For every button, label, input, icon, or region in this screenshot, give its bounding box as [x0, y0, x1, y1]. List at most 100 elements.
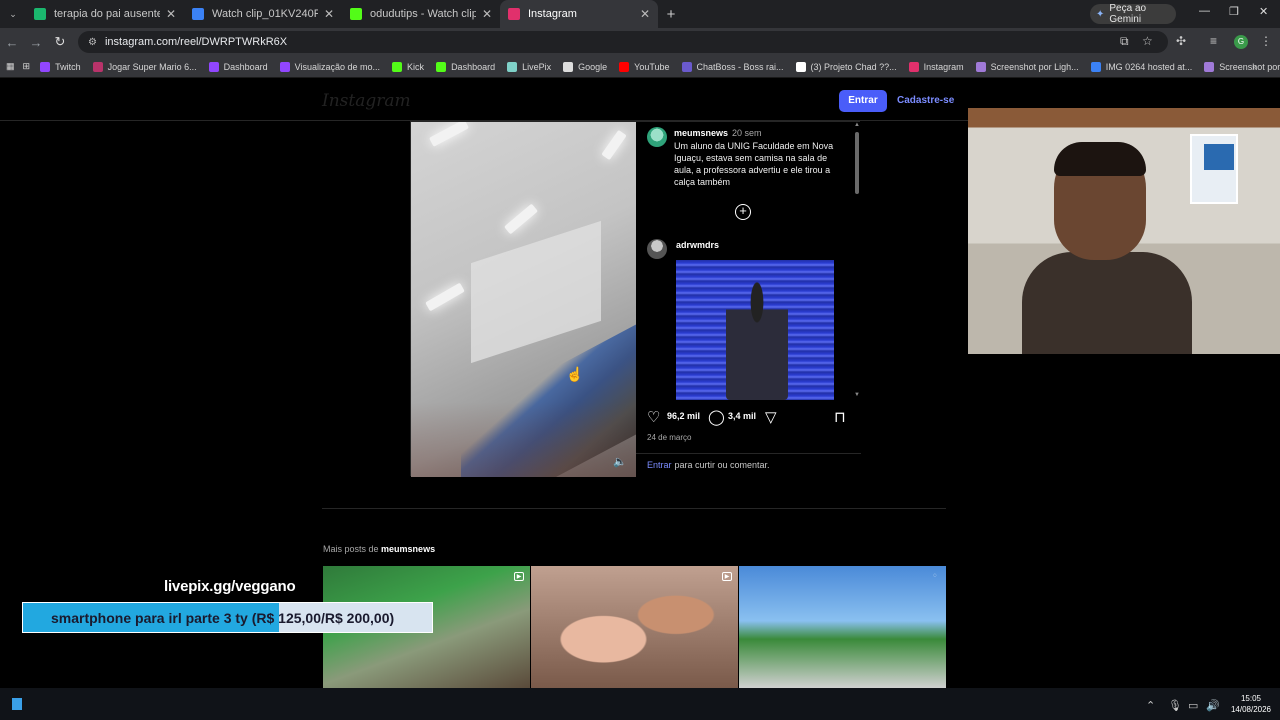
speaker-icon[interactable]: 🔊 — [1206, 699, 1220, 712]
bookmark-favicon-icon — [279, 61, 290, 72]
bookmark-item[interactable]: Visualização de mo... — [279, 61, 381, 72]
reel-icon: ▶ — [514, 572, 524, 581]
load-more-comments-icon[interactable]: + — [735, 204, 751, 220]
bookmark-favicon-icon — [392, 61, 403, 72]
commenter-avatar[interactable] — [647, 239, 667, 259]
scroll-up-icon[interactable]: ▲ — [854, 122, 860, 128]
bookmark-item[interactable]: ChatBoss - Boss rai... — [681, 61, 784, 72]
browser-tab[interactable]: Watch clip_01KV240R0QPKREO ✕ — [184, 0, 342, 28]
bookmark-item[interactable]: Screenshot por Ligh... — [975, 61, 1079, 72]
grid-icon[interactable]: ⊞ — [23, 61, 31, 72]
reload-icon[interactable]: ↻ — [48, 34, 72, 50]
system-clock[interactable]: 15:05 14/08/2026 — [1228, 693, 1274, 715]
bookmark-favicon-icon — [1204, 61, 1215, 72]
tab-close-icon[interactable]: ✕ — [166, 7, 176, 21]
bookmark-item[interactable]: (3) Projeto Chad ??... — [795, 61, 897, 72]
install-app-icon[interactable]: ⧉ — [1120, 34, 1129, 49]
ceiling-light — [425, 282, 465, 312]
network-icon[interactable]: ▭ — [1188, 699, 1198, 712]
comments-area[interactable]: meumsnews 20 sem Um aluno da UNIG Faculd… — [636, 122, 854, 400]
minimize-icon[interactable]: — — [1199, 5, 1210, 17]
forward-icon[interactable]: → — [24, 35, 48, 50]
new-tab-button[interactable]: + — [658, 6, 684, 23]
bookmark-item[interactable]: Screenshot por Ligh... — [1204, 61, 1280, 72]
post-thumbnail[interactable]: ◌ — [739, 566, 946, 688]
bookmark-star-icon[interactable]: ☆ — [1142, 34, 1153, 48]
windows-start-icon[interactable] — [12, 698, 22, 710]
bookmark-label: LivePix — [522, 61, 552, 72]
tab-close-icon[interactable]: ✕ — [324, 7, 334, 21]
bookmark-item[interactable]: IMG 0264 hosted at... — [1090, 61, 1192, 72]
more-posts-user[interactable]: meumsnews — [381, 544, 435, 554]
ceiling-light — [503, 203, 539, 235]
gemini-label: Peça ao Gemini — [1109, 3, 1147, 25]
bookmark-favicon-icon — [908, 61, 919, 72]
save-icon[interactable]: ⊓ — [834, 408, 846, 426]
tray-chevron-icon[interactable]: ⌃ — [1146, 699, 1155, 712]
bookmark-item[interactable]: Dashboard — [436, 61, 496, 72]
bookmark-label: Kick — [407, 61, 425, 72]
restore-icon[interactable]: ❐ — [1229, 5, 1239, 18]
apps-icon[interactable]: ▦ — [6, 61, 15, 72]
microphone-icon[interactable]: 🎙 — [1168, 699, 1182, 712]
tab-title: odudutips - Watch clips on Kick — [370, 8, 476, 20]
browser-tab-strip: ⌄ terapia do pai ausente - Imgur✕Watch c… — [0, 0, 1280, 28]
bookmark-item[interactable]: Dashboard — [208, 61, 268, 72]
tab-list-icon[interactable]: ≡ — [1210, 34, 1217, 48]
like-icon[interactable]: ♡ — [647, 408, 660, 426]
more-posts-heading: Mais posts de meumsnews — [323, 544, 435, 554]
back-icon[interactable]: ← — [0, 35, 24, 50]
comment-icon[interactable]: ◯ — [708, 408, 725, 426]
more-posts-prefix: Mais posts de — [323, 544, 379, 554]
comments-scrollbar[interactable]: ▲ ▼ — [853, 122, 861, 400]
instagram-logo[interactable]: Instagram — [322, 91, 411, 111]
extensions-icon[interactable]: ✣ — [1176, 34, 1186, 48]
address-bar[interactable]: ⚙ instagram.com/reel/DWRPTWRkR6X — [78, 31, 1168, 53]
bookmark-item[interactable]: YouTube — [619, 61, 670, 72]
tab-title: Watch clip_01KV240R0QPKREO — [212, 8, 318, 20]
scrollbar-thumb[interactable] — [855, 132, 859, 194]
bookmark-item[interactable]: LivePix — [507, 61, 552, 72]
commenter-username[interactable]: adrwmdrs — [676, 240, 719, 250]
tab-close-icon[interactable]: ✕ — [482, 7, 492, 21]
bookmark-label: Screenshot por Ligh... — [990, 61, 1079, 72]
bookmark-item[interactable]: Google — [563, 61, 607, 72]
signup-link[interactable]: Cadastre-se — [897, 95, 954, 106]
login-button[interactable]: Entrar — [839, 90, 887, 112]
author-avatar[interactable] — [647, 127, 667, 147]
post-actions: ♡ 96,2 mil ◯ 3,4 mil ▽ ⊓ — [636, 408, 861, 428]
tab-close-icon[interactable]: ✕ — [640, 7, 650, 21]
close-window-icon[interactable]: ✕ — [1259, 5, 1268, 18]
clock-time: 15:05 — [1240, 694, 1262, 703]
bookmark-label: Twitch — [55, 61, 81, 72]
menu-icon[interactable]: ⋮ — [1260, 34, 1272, 48]
bookmark-favicon-icon — [1090, 61, 1101, 72]
browser-tab[interactable]: Instagram ✕ — [500, 0, 658, 28]
login-link[interactable]: Entrar — [647, 460, 672, 470]
bookmark-item[interactable]: Kick — [392, 61, 425, 72]
browser-tab[interactable]: odudutips - Watch clips on Kick ✕ — [342, 0, 500, 28]
post-thumbnail[interactable]: ▶ — [531, 566, 738, 688]
reel-video[interactable]: ☝ 🔈 — [411, 122, 636, 477]
bookmark-item[interactable]: Instagram — [908, 61, 964, 72]
more-bookmarks-icon[interactable]: » — [1252, 62, 1257, 72]
profile-avatar[interactable]: G — [1234, 35, 1248, 49]
bookmark-item[interactable]: Twitch — [40, 61, 81, 72]
bookmark-item[interactable]: Jogar Super Mario 6... — [92, 61, 197, 72]
donation-goal-text: smartphone para irl parte 3 ty (R$ 125,0… — [51, 610, 395, 626]
url-text: instagram.com/reel/DWRPTWRkR6X — [104, 36, 288, 48]
share-icon[interactable]: ▽ — [765, 408, 777, 426]
bookmark-label: Dashboard — [451, 61, 496, 72]
scroll-down-icon[interactable]: ▼ — [854, 392, 860, 398]
site-info-icon[interactable]: ⚙ — [88, 37, 97, 48]
bookmark-label: (3) Projeto Chad ??... — [810, 61, 897, 72]
ceiling-light — [428, 122, 470, 147]
bookmark-label: Visualização de mo... — [294, 61, 381, 72]
browser-tab[interactable]: terapia do pai ausente - Imgur ✕ — [26, 0, 184, 28]
author-username[interactable]: meumsnews — [674, 128, 728, 138]
tab-search-icon[interactable]: ⌄ — [0, 0, 26, 28]
bookmark-label: Instagram — [923, 61, 964, 72]
gemini-icon: ✦ — [1096, 8, 1105, 20]
gemini-button[interactable]: ✦ Peça ao Gemini — [1090, 3, 1176, 25]
volume-icon[interactable]: 🔈 — [613, 455, 627, 468]
